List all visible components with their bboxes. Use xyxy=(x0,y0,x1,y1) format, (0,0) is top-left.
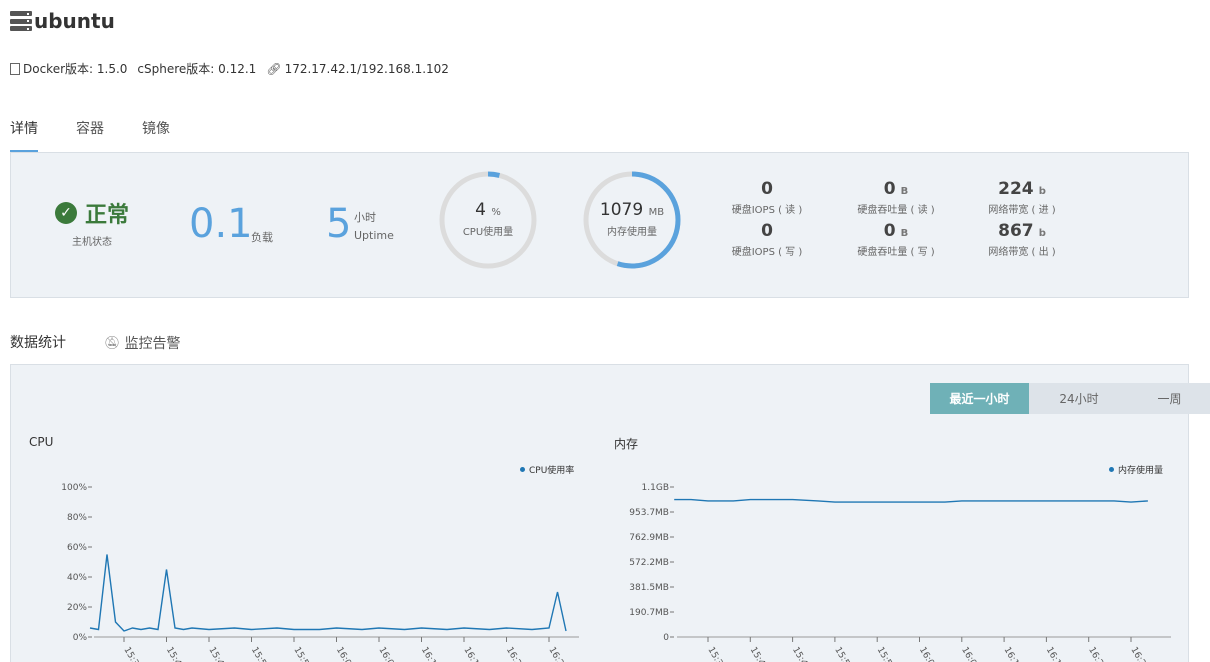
y-tick-label: 100% xyxy=(61,483,87,493)
cpu-unit: % xyxy=(491,207,501,218)
status-label: 主机状态 xyxy=(72,237,112,248)
tab-details[interactable]: 详情 xyxy=(10,112,38,152)
stats-panel: 最近一小时 24小时 一周 CPU CPU使用率 内存 内存使用量 0% 20% 4… xyxy=(10,364,1210,662)
tab-images[interactable]: 镜像 xyxy=(142,112,170,152)
io-label: 网络带宽 ( 进 ) xyxy=(988,205,1056,216)
io-label: 硬盘IOPS ( 读 ) xyxy=(731,205,803,216)
x-tick-label: 16:20 xyxy=(504,646,526,662)
x-tick-label: 16:10 xyxy=(1002,646,1024,662)
series-line xyxy=(674,498,1148,503)
y-tick-label: 80% xyxy=(67,513,87,523)
x-tick-label: 16:00 xyxy=(334,646,356,662)
io-value: 0 xyxy=(883,179,896,199)
io-value: 0 xyxy=(761,179,773,199)
x-tick-label: 16:15 xyxy=(1044,646,1066,662)
disk-throughput-write: 0 B 硬盘吞吐量 ( 写 ) xyxy=(841,221,951,258)
hostname: ubuntu xyxy=(34,9,115,33)
x-tick-label: 15:50 xyxy=(832,646,854,662)
tab-label: 数据统计 xyxy=(10,335,66,351)
x-tick-label: 15:45 xyxy=(790,646,812,662)
document-icon xyxy=(10,62,20,75)
host-tabs: 详情 容器 镜像 xyxy=(10,112,208,152)
host-header: ubuntu xyxy=(10,8,115,34)
network-in: 224 b 网络带宽 ( 进 ) xyxy=(967,179,1077,216)
io-unit: b xyxy=(1038,228,1046,239)
io-value: 224 xyxy=(998,179,1034,199)
y-tick-label: 40% xyxy=(67,573,87,583)
x-tick-label: 16:15 xyxy=(461,646,483,662)
cpu-gauge: 4 % CPU使用量 xyxy=(438,170,538,270)
ip-address: 172.17.42.1/192.168.1.102 xyxy=(284,61,449,76)
x-tick-label: 15:35 xyxy=(705,646,727,662)
y-tick-label: 381.5MB xyxy=(629,583,669,593)
x-tick-label: 15:55 xyxy=(875,646,897,662)
charts-canvas: 0% 20% 40% 60% 80% 100% 15:35 15:40 15:45 15:50 15… xyxy=(61,483,1171,662)
check-circle-icon: ✓ xyxy=(55,202,77,224)
x-tick-label: 15:35 xyxy=(121,646,143,662)
y-tick-label: 1.1GB xyxy=(642,483,669,493)
io-unit: B xyxy=(900,186,909,197)
y-tick-label: 190.7MB xyxy=(629,608,669,618)
load-value: 0.1 xyxy=(189,201,253,247)
x-tick-label: 16:05 xyxy=(376,646,398,662)
docker-version: Docker版本: 1.5.0 xyxy=(23,62,128,76)
network-out: 867 b 网络带宽 ( 出 ) xyxy=(967,221,1077,258)
io-label: 硬盘吞吐量 ( 读 ) xyxy=(857,205,935,216)
uptime-value: 5 xyxy=(326,201,352,247)
x-tick-label: 15:50 xyxy=(249,646,271,662)
io-value: 0 xyxy=(761,221,773,241)
server-icon xyxy=(10,11,32,31)
disk-iops-write: 0 硬盘IOPS ( 写 ) xyxy=(712,221,822,258)
csphere-version: cSphere版本: 0.12.1 xyxy=(137,62,257,76)
io-unit: B xyxy=(900,228,909,239)
x-tick-label: 15:55 xyxy=(291,646,313,662)
y-tick-label: 0% xyxy=(73,633,88,643)
tab-label: 监控告警 xyxy=(124,336,181,352)
x-tick-label: 16:25 xyxy=(1128,646,1150,662)
load-label: 负载 xyxy=(251,231,273,244)
memory-value: 1079 xyxy=(599,200,644,220)
y-tick-label: 20% xyxy=(67,603,87,613)
tab-containers[interactable]: 容器 xyxy=(76,112,104,152)
series-line xyxy=(89,554,567,632)
x-tick-label: 15:45 xyxy=(206,646,228,662)
disk-iops-read: 0 硬盘IOPS ( 读 ) xyxy=(712,179,822,216)
io-value: 0 xyxy=(883,221,896,241)
x-tick-label: 15:40 xyxy=(164,646,186,662)
y-tick-label: 762.9MB xyxy=(629,533,669,543)
io-value: 867 xyxy=(998,221,1034,241)
bell-off-icon: 🔕︎ xyxy=(104,335,121,351)
y-tick-label: 953.7MB xyxy=(629,508,669,518)
y-tick-label: 60% xyxy=(67,543,87,553)
y-tick-label: 572.2MB xyxy=(629,558,669,568)
tab-statistics[interactable]: 数据统计 xyxy=(10,324,66,368)
x-tick-label: 16:10 xyxy=(419,646,441,662)
disk-throughput-read: 0 B 硬盘吞吐量 ( 读 ) xyxy=(841,179,951,216)
x-tick-label: 16:25 xyxy=(546,646,568,662)
memory-gauge: 1079 MB 内存使用量 xyxy=(582,170,682,270)
io-unit: b xyxy=(1038,186,1046,197)
status-text: 正常 xyxy=(85,203,130,228)
cpu-label: CPU使用量 xyxy=(462,227,514,238)
x-tick-label: 16:05 xyxy=(959,646,981,662)
x-tick-label: 16:00 xyxy=(917,646,939,662)
y-tick-label: 0 xyxy=(663,633,669,643)
uptime-label: Uptime xyxy=(354,229,394,242)
host-meta: Docker版本: 1.5.0 cSphere版本: 0.12.1 🔗︎ 172… xyxy=(10,60,449,77)
io-label: 硬盘IOPS ( 写 ) xyxy=(731,247,803,258)
tab-alerts[interactable]: 🔕︎ 监控告警 xyxy=(104,324,181,368)
link-icon: 🔗︎ xyxy=(266,61,282,76)
memory-label: 内存使用量 xyxy=(607,227,657,238)
uptime-unit: 小时 xyxy=(354,211,376,224)
x-tick-label: 16:20 xyxy=(1086,646,1108,662)
x-tick-label: 15:40 xyxy=(748,646,770,662)
summary-panel: ✓ 正常 主机状态 0.1 负载 5 小时 Uptime 4 % CPU使用量 … xyxy=(10,152,1189,298)
host-status: ✓ 正常 主机状态 xyxy=(55,197,129,248)
memory-unit: MB xyxy=(648,207,665,218)
cpu-value: 4 xyxy=(475,200,486,220)
stats-tabs: 数据统计 🔕︎ 监控告警 xyxy=(10,324,219,368)
io-label: 硬盘吞吐量 ( 写 ) xyxy=(857,247,935,258)
io-label: 网络带宽 ( 出 ) xyxy=(988,247,1056,258)
